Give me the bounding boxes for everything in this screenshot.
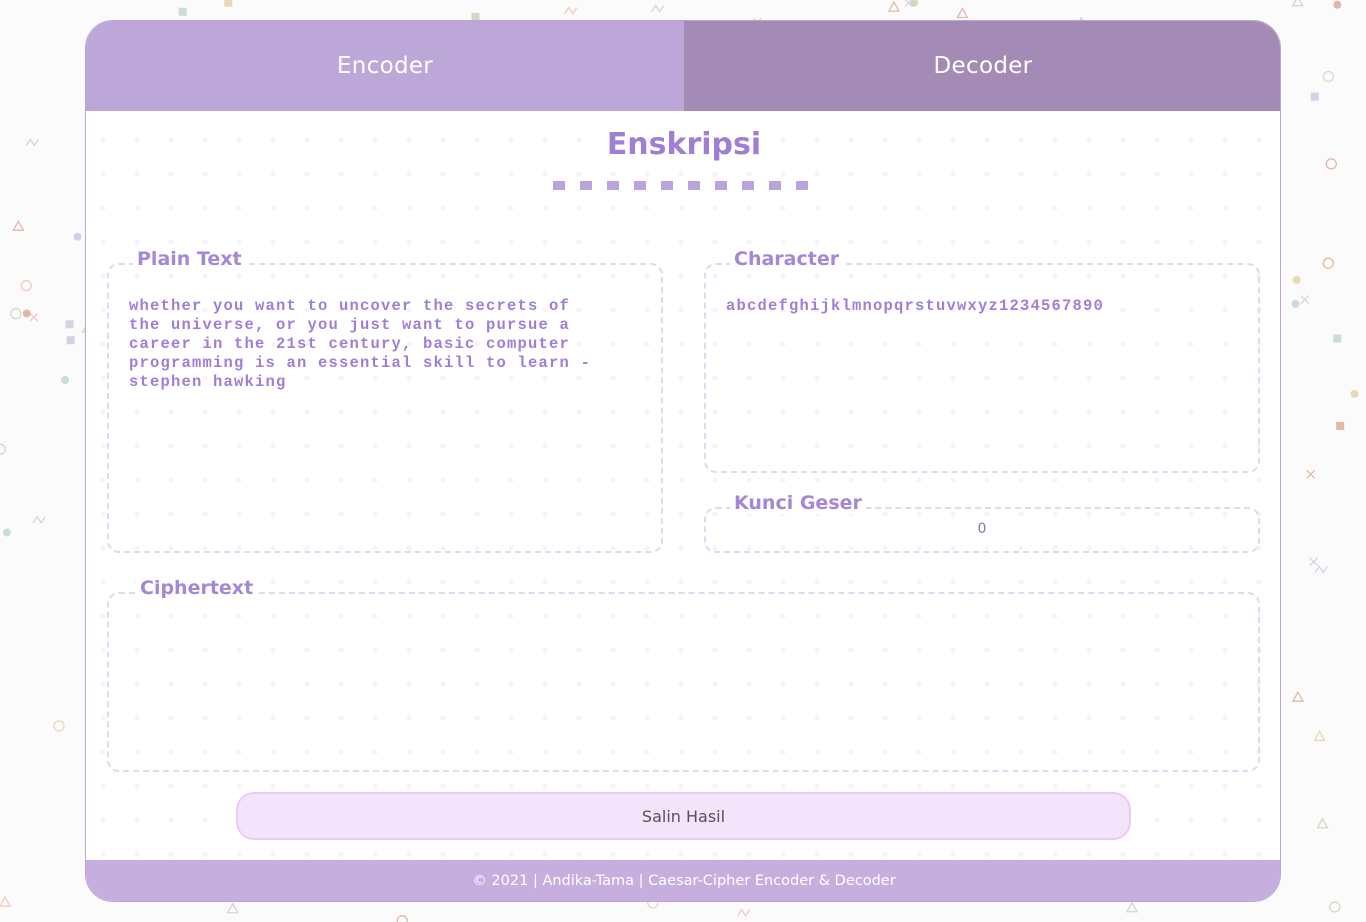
- tab-decoder[interactable]: Decoder: [684, 21, 1280, 111]
- character-field[interactable]: Character abcdefghijklmnopqrstuvwxyz1234…: [704, 248, 1260, 473]
- copy-result-button[interactable]: Salin Hasil: [236, 792, 1131, 840]
- plain-text-field[interactable]: Plain Text whether you want to uncover t…: [107, 248, 663, 553]
- shift-key-field[interactable]: Kunci Geser 0: [704, 492, 1260, 553]
- character-input[interactable]: abcdefghijklmnopqrstuvwxyz1234567890: [726, 297, 1104, 316]
- plain-text-label: Plain Text: [133, 248, 246, 270]
- ciphertext-label: Ciphertext: [136, 577, 258, 599]
- plain-text-input[interactable]: whether you want to uncover the secrets …: [129, 297, 629, 392]
- footer: © 2021 | Andika-Tama | Caesar-Cipher Enc…: [86, 860, 1280, 901]
- tab-bar: Encoder Decoder: [86, 21, 1280, 111]
- app-card: Encoder Decoder Enskripsi Plain Text whe…: [85, 20, 1281, 902]
- title-divider: [553, 181, 808, 190]
- tab-encoder[interactable]: Encoder: [86, 21, 684, 111]
- ciphertext-field[interactable]: Ciphertext: [107, 577, 1260, 772]
- shift-key-label: Kunci Geser: [730, 492, 866, 514]
- page-title: Enskripsi: [606, 127, 762, 162]
- shift-key-input[interactable]: 0: [706, 521, 1258, 537]
- character-label: Character: [730, 248, 844, 270]
